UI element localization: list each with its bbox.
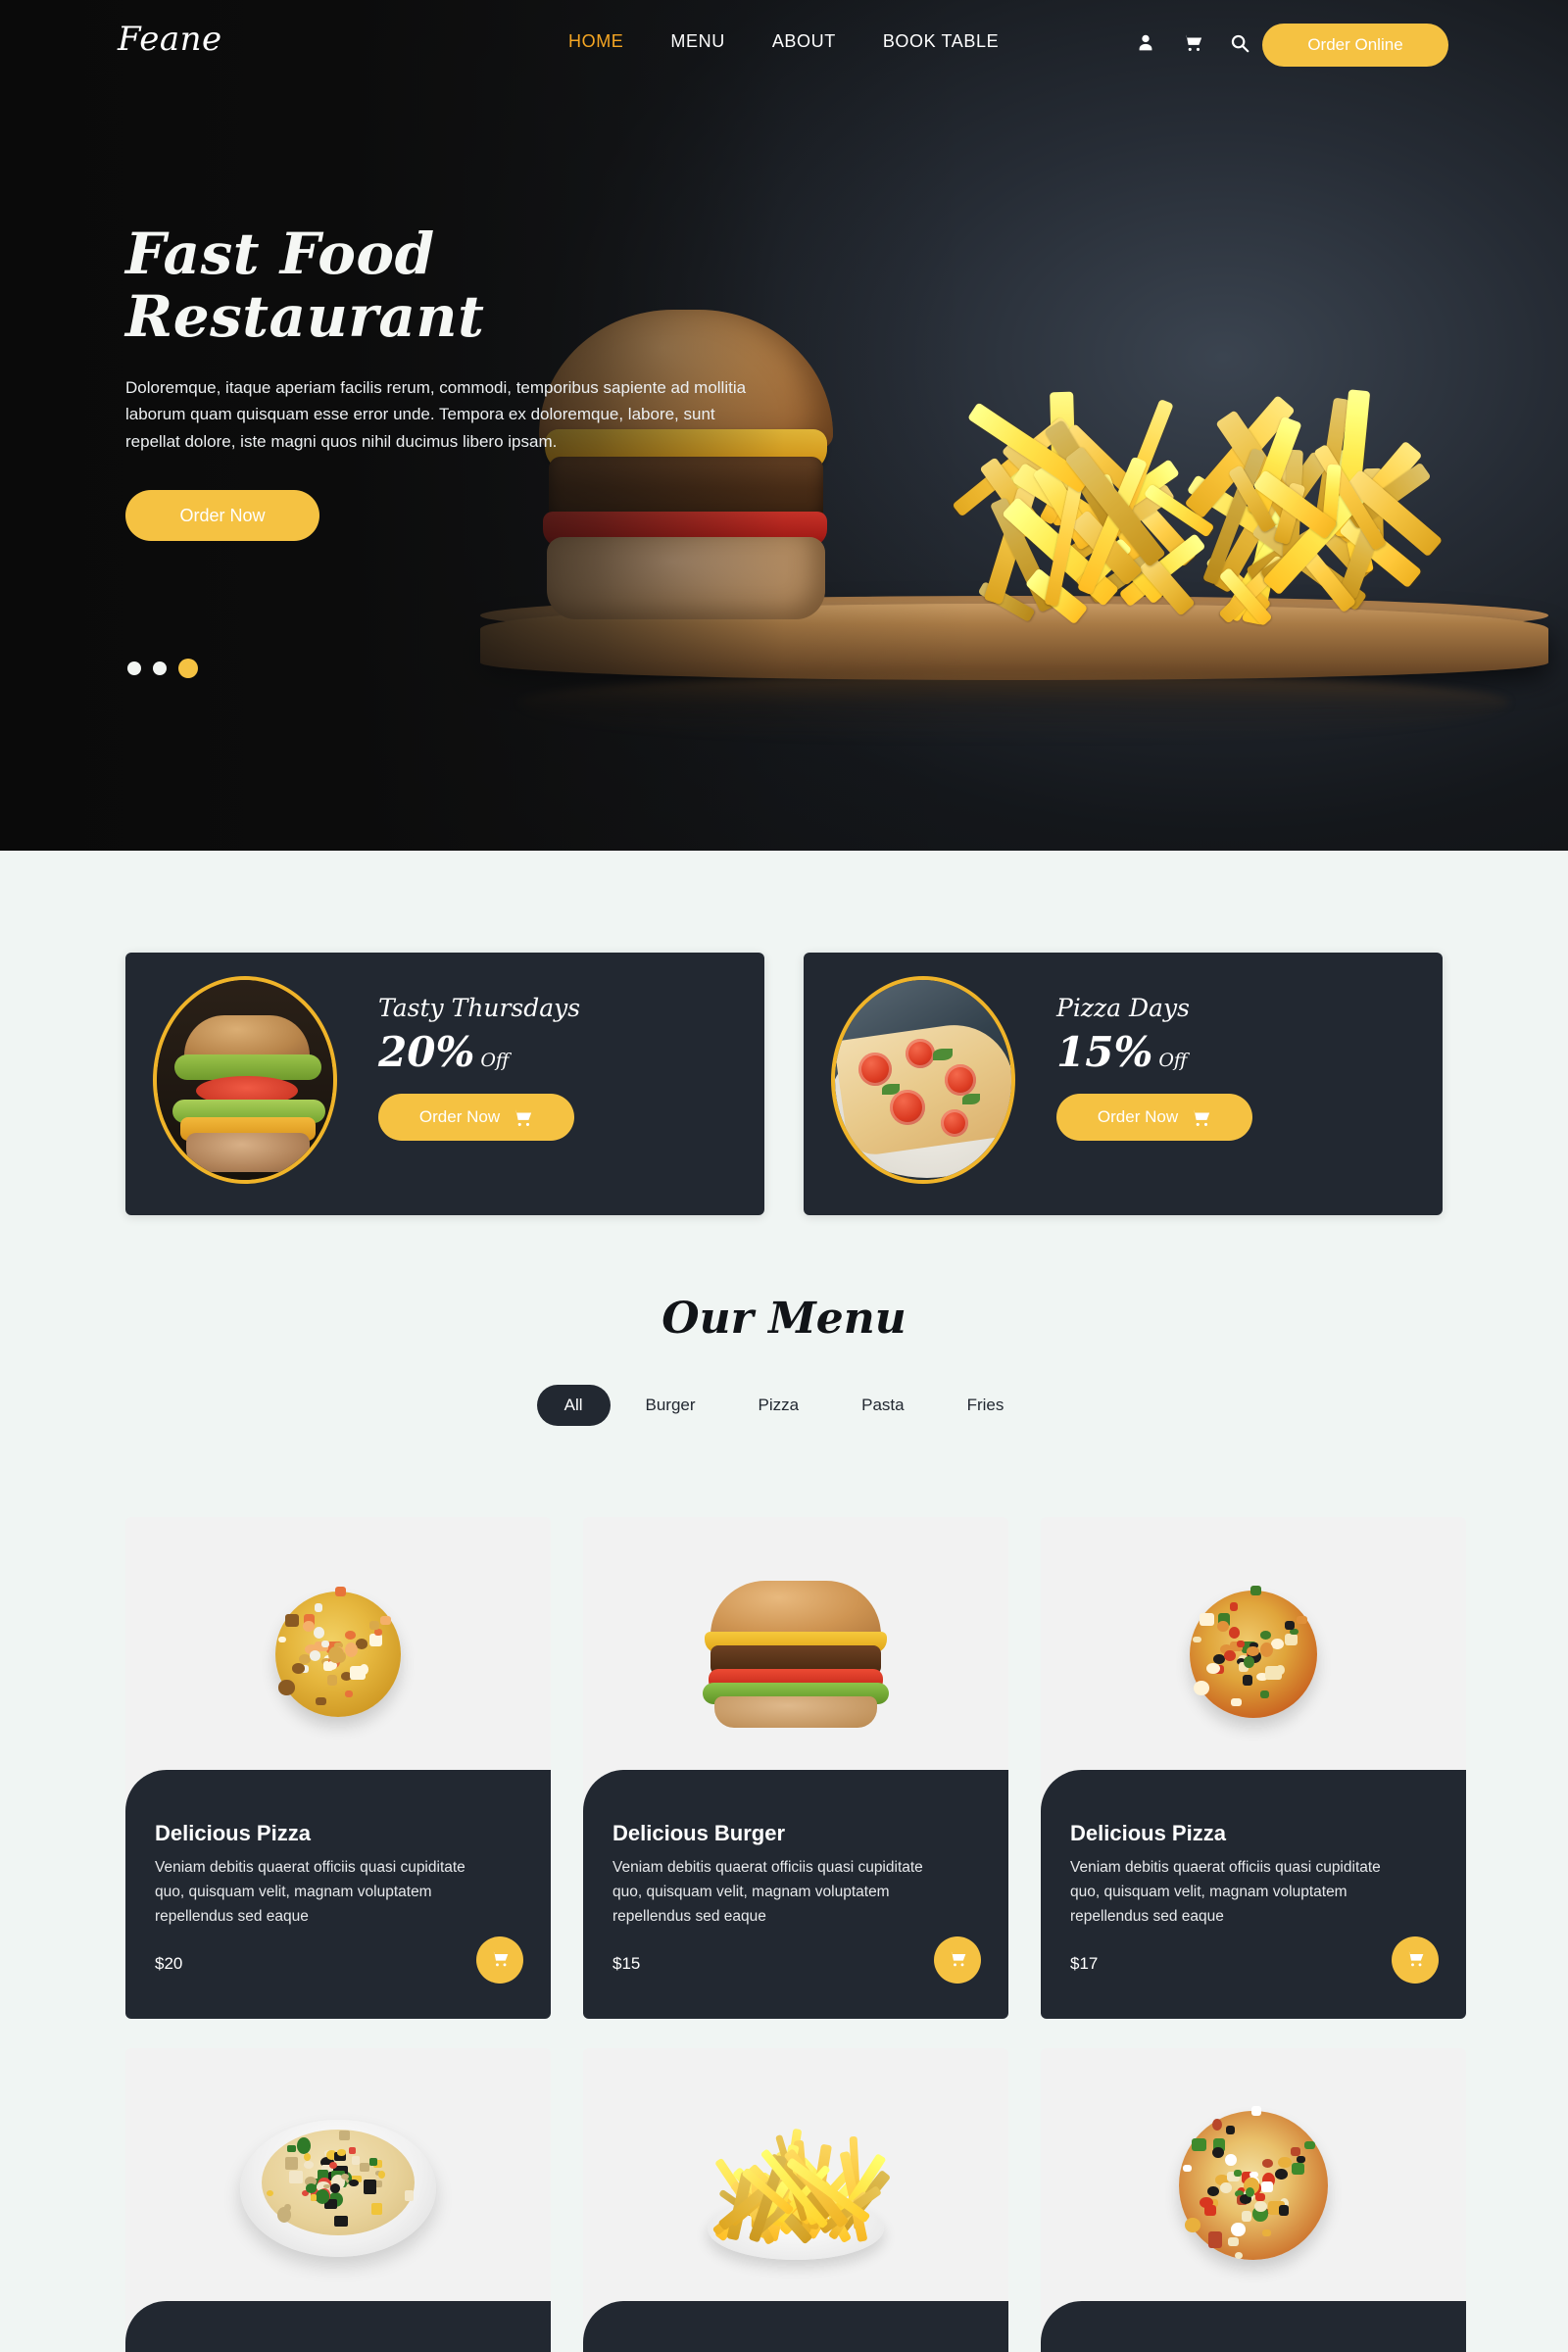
nav-item-book-table[interactable]: BOOK TABLE — [883, 31, 999, 52]
offer-off-label: Off — [480, 1050, 510, 1071]
site-header: Feane HOME MENU ABOUT BOOK TABLE Order O… — [0, 0, 1568, 90]
carousel-dot-2[interactable] — [153, 662, 167, 675]
offer-order-now-button[interactable]: Order Now — [378, 1094, 574, 1141]
menu-item-title: Delicious Pizza — [155, 1821, 311, 1845]
offer-percent-value: 15% — [1056, 1028, 1153, 1076]
menu-item-price: $17 — [1070, 1954, 1099, 1973]
offer-off-label: Off — [1158, 1050, 1188, 1071]
carousel-dots[interactable] — [127, 659, 198, 678]
add-to-cart-button[interactable] — [1392, 1936, 1439, 1984]
menu-item-price: $20 — [155, 1954, 183, 1973]
menu-section: Our Menu All Burger Pizza Pasta Fries — [0, 1294, 1568, 1426]
cart-icon — [489, 1949, 511, 1972]
offer-discount: 15% Off — [1056, 1028, 1419, 1076]
menu-item-image-pizza-yellow — [125, 1517, 551, 1791]
menu-item-title: Delicious Burger — [612, 1821, 786, 1845]
carousel-dot-3[interactable] — [178, 659, 198, 678]
menu-item-description: Veniam debitis quaerat officiis quasi cu… — [155, 1859, 466, 1925]
hero-description: Doloremque, itaque aperiam facilis rerum… — [125, 377, 747, 451]
offer-cta-label: Order Now — [1097, 1107, 1179, 1126]
offer-order-now-button[interactable]: Order Now — [1056, 1094, 1252, 1141]
filter-pizza[interactable]: Pizza — [731, 1385, 827, 1426]
menu-grid: Delicious Pizza Veniam debitis quaerat o… — [125, 1517, 1466, 2352]
menu-item-description: Veniam debitis quaerat officiis quasi cu… — [1070, 1859, 1381, 1925]
menu-card[interactable]: Delicious Pizza Veniam debitis quaerat o… — [1041, 1517, 1466, 2019]
menu-item-title: Delicious Pizza — [1070, 1821, 1226, 1845]
offer-title: Pizza Days — [1056, 994, 1190, 1022]
menu-item-image-pizza-veggie — [1041, 2048, 1466, 2323]
filter-fries[interactable]: Fries — [940, 1385, 1032, 1426]
user-icon[interactable] — [1135, 31, 1156, 55]
header-icon-group — [1135, 31, 1250, 55]
add-to-cart-button[interactable] — [934, 1936, 981, 1984]
menu-card[interactable]: Delicious Burger Veniam debitis quaerat … — [583, 1517, 1008, 2019]
carousel-dot-1[interactable] — [127, 662, 141, 675]
menu-heading: Our Menu — [662, 1294, 906, 1344]
menu-card[interactable]: French Fries Veniam debitis quaerat offi… — [583, 2048, 1008, 2352]
filter-burger[interactable]: Burger — [618, 1385, 723, 1426]
offer-cta-label: Order Now — [418, 1107, 501, 1126]
offer-card-tasty-thursdays: Tasty Thursdays 20% Off Order Now — [125, 953, 764, 1215]
menu-card[interactable]: Delicious Pizza Veniam debitis quaerat o… — [125, 1517, 551, 2019]
menu-item-image-pasta-bowl — [125, 2048, 551, 2323]
cart-icon — [1404, 1949, 1426, 1972]
offer-card-pizza-days: Pizza Days 15% Off Order Now — [804, 953, 1443, 1215]
nav-item-home[interactable]: HOME — [568, 31, 623, 52]
nav-item-menu[interactable]: MENU — [670, 31, 724, 52]
order-now-button[interactable]: Order Now — [125, 490, 319, 542]
filter-pasta[interactable]: Pasta — [834, 1385, 931, 1426]
offer-title: Tasty Thursdays — [378, 994, 581, 1022]
logo[interactable]: Feane — [118, 20, 222, 59]
menu-filter-tabs: All Burger Pizza Pasta Fries — [0, 1385, 1568, 1426]
menu-item-image-burger — [583, 1517, 1008, 1791]
menu-item-description: Veniam debitis quaerat officiis quasi cu… — [612, 1859, 923, 1925]
search-icon[interactable] — [1229, 31, 1250, 55]
menu-item-price: $15 — [612, 1954, 641, 1973]
cart-icon — [1190, 1107, 1211, 1127]
offers-section: Tasty Thursdays 20% Off Order Now Pizza … — [125, 953, 1443, 1215]
filter-all[interactable]: All — [536, 1385, 611, 1426]
page-title: Fast Food Restaurant — [125, 220, 485, 350]
main-nav: HOME MENU ABOUT BOOK TABLE — [568, 31, 999, 52]
page-root: Fast Food Restaurant Doloremque, itaque … — [0, 0, 1568, 2352]
hero-section: Fast Food Restaurant Doloremque, itaque … — [0, 0, 1568, 851]
offer-image-pizza — [831, 976, 1015, 1184]
cart-icon[interactable] — [1182, 31, 1203, 55]
menu-card[interactable]: Delicious Pizza Veniam debitis quaerat o… — [1041, 2048, 1466, 2352]
offer-percent-value: 20% — [378, 1028, 475, 1076]
offer-discount: 20% Off — [378, 1028, 741, 1076]
nav-item-about[interactable]: ABOUT — [772, 31, 836, 52]
offer-image-burger — [153, 976, 337, 1184]
menu-item-image-fries-bowl — [583, 2048, 1008, 2323]
order-online-button[interactable]: Order Online — [1262, 24, 1448, 67]
cart-icon — [947, 1949, 968, 1972]
cart-icon — [512, 1107, 533, 1127]
add-to-cart-button[interactable] — [476, 1936, 523, 1984]
menu-item-image-pizza-basil — [1041, 1517, 1466, 1791]
menu-card[interactable]: Delicious Pasta Veniam debitis quaerat o… — [125, 2048, 551, 2352]
hero-content: Fast Food Restaurant Doloremque, itaque … — [125, 220, 811, 542]
